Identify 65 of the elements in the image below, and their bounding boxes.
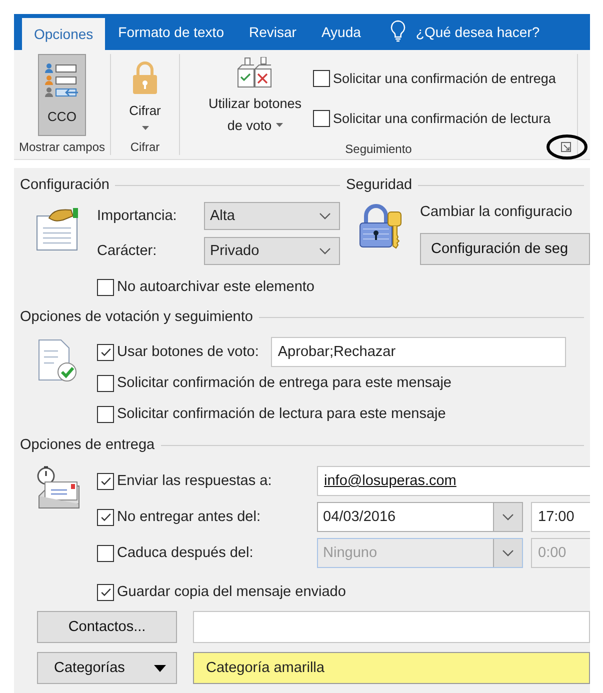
time-field[interactable]: 17:00	[531, 502, 590, 532]
voting-buttons-button[interactable]: Utilizar botones de voto	[201, 54, 310, 142]
security-settings-button[interactable]: Configuración de seg	[420, 233, 590, 265]
voting-options-field[interactable]: Aprobar;Rechazar	[270, 337, 566, 367]
field-label: Carácter:	[97, 243, 158, 259]
checkbox-label: No autoarchivar este elemento	[117, 279, 314, 295]
group-label: Cifrar	[130, 140, 160, 155]
checkbox-label: Guardar copia del mensaje enviado	[117, 584, 346, 600]
group-label: Mostrar campos	[18, 140, 106, 155]
checkbox[interactable]	[97, 344, 114, 360]
checkbox[interactable]	[313, 110, 330, 126]
sensitivity-dropdown[interactable]: Privado	[204, 237, 340, 265]
ballot-boxes-icon	[237, 57, 274, 89]
lightbulb-icon	[390, 20, 406, 42]
encrypt-button[interactable]: Cifrar	[122, 54, 168, 135]
security-description: Cambiar la configuracio	[420, 204, 574, 220]
checkbox[interactable]	[97, 406, 114, 422]
field-label: Importancia:	[97, 208, 178, 224]
checkbox[interactable]	[97, 374, 114, 392]
checkbox-label: Solicitar una confirmación de lectura	[333, 110, 551, 126]
contacts-button[interactable]: Contactos...	[37, 611, 177, 643]
checkbox-label: Solicitar confirmación de lectura para este mensaje	[117, 406, 446, 422]
checkbox[interactable]	[97, 508, 114, 526]
ribbon-tab[interactable]: Opciones	[22, 18, 106, 50]
chevron-down-icon	[502, 513, 514, 521]
checkbox-label: Solicitar una confirmación de entrega	[333, 70, 556, 86]
tell-me-search[interactable]: ¿Qué desea hacer?	[416, 14, 540, 50]
checkbox-label: Enviar las respuestas a:	[117, 473, 272, 489]
ribbon-tab[interactable]: Ayuda	[309, 14, 373, 50]
bcc-button[interactable]: CCO	[38, 54, 86, 136]
padlock-icon	[131, 61, 159, 95]
checkbox-label: Usar botones de voto:	[117, 344, 259, 360]
reply-to-field[interactable]: info@losuperas.com	[317, 466, 590, 496]
annotation-ellipse	[546, 134, 588, 160]
section-title: Opciones de votación y seguimiento	[20, 309, 253, 325]
importance-dropdown[interactable]: Alta	[204, 202, 340, 230]
caret-icon	[154, 664, 166, 672]
section-title: Seguridad	[346, 177, 412, 193]
ribbon-tab[interactable]: Formato de texto	[106, 14, 236, 50]
chevron-down-icon	[319, 247, 331, 255]
checkbox[interactable]	[97, 472, 114, 490]
checkbox[interactable]	[97, 544, 114, 562]
date-dropdown[interactable]: 04/03/2016	[317, 502, 523, 532]
checkbox[interactable]	[313, 70, 330, 86]
chevron-down-icon	[502, 549, 514, 557]
section-title: Opciones de entrega	[20, 437, 155, 453]
address-fields-icon	[45, 63, 79, 99]
group-label: Seguimiento	[345, 142, 412, 157]
category-field[interactable]: Categoría amarilla	[193, 652, 590, 684]
ribbon-tab[interactable]: Revisar	[236, 14, 308, 50]
caret-icon	[142, 126, 148, 130]
chevron-down-icon	[319, 212, 331, 220]
contacts-field[interactable]	[193, 611, 590, 643]
caret-icon	[276, 123, 283, 127]
document-hand-icon	[35, 206, 81, 252]
checkbox-label: No entregar antes del:	[117, 509, 260, 525]
checkbox[interactable]	[97, 584, 114, 600]
section-title: Configuración	[20, 177, 110, 193]
lock-and-key-icon	[358, 204, 404, 250]
checkbox-label: Solicitar confirmación de entrega para este mensaje	[117, 375, 452, 391]
checkbox[interactable]	[97, 278, 114, 296]
email-link[interactable]: info@losuperas.com	[324, 473, 456, 489]
dialog-launcher-icon[interactable]	[561, 142, 571, 152]
checkbox-label: Caduca después del:	[117, 545, 254, 561]
categories-button[interactable]: Categorías	[37, 652, 177, 684]
